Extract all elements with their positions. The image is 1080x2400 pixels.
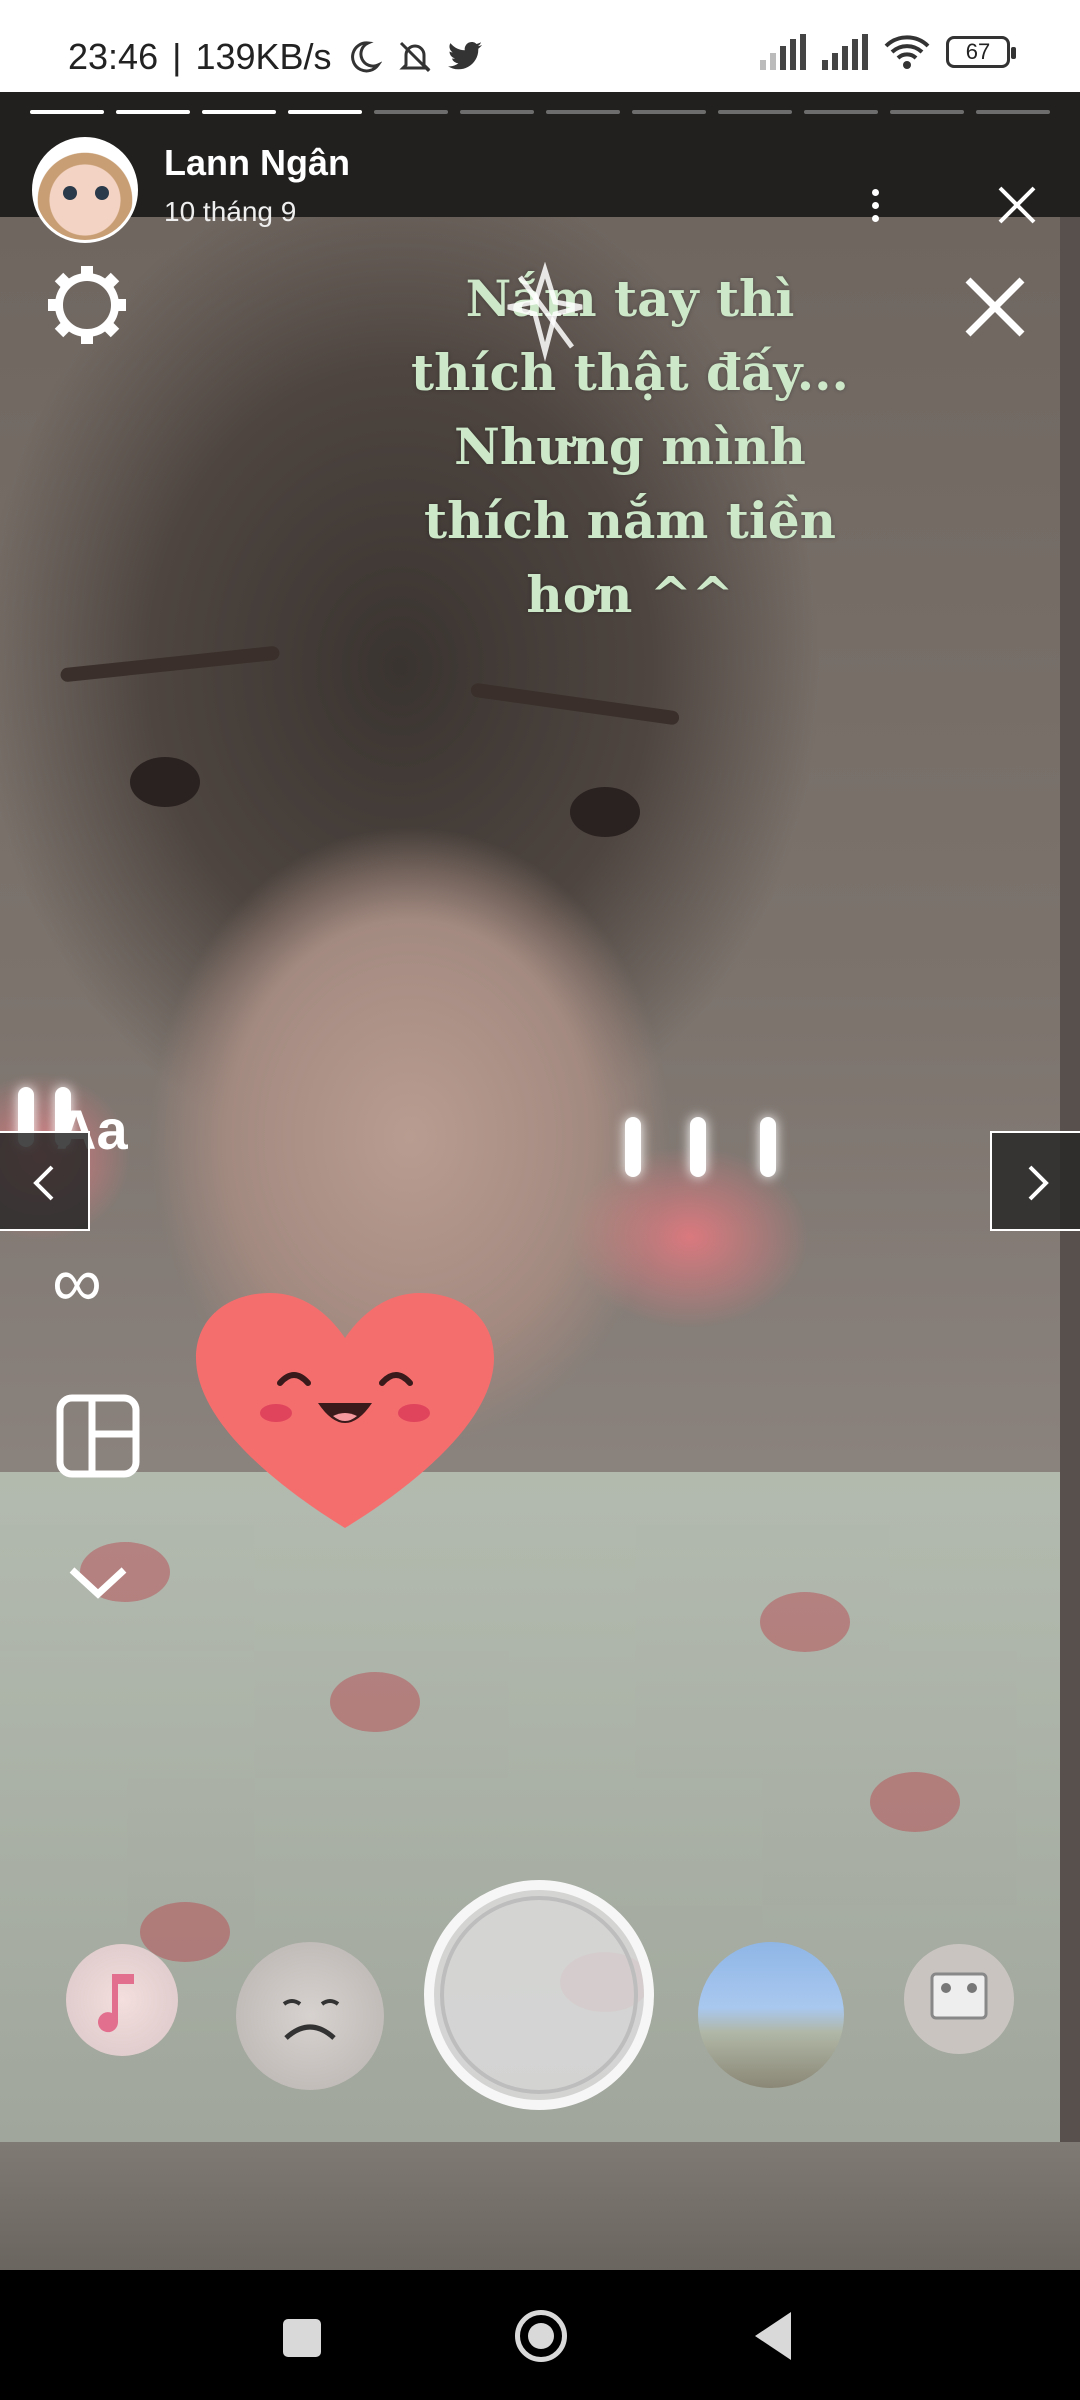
recents-button[interactable] bbox=[283, 2319, 321, 2357]
chevron-down-icon[interactable] bbox=[66, 1562, 130, 1602]
progress-segment bbox=[890, 110, 964, 114]
story-bottom-band bbox=[0, 2142, 1080, 2270]
progress-segment bbox=[632, 110, 706, 114]
layout-icon[interactable] bbox=[56, 1394, 140, 1478]
progress-segment bbox=[546, 110, 620, 114]
twitter-icon bbox=[447, 41, 482, 70]
system-nav-bar bbox=[0, 2270, 1080, 2400]
status-right: 67 bbox=[760, 34, 1016, 70]
heart-sticker bbox=[196, 1293, 494, 1528]
progress-segment bbox=[30, 110, 104, 114]
status-left: 23:46 | 139KB/s bbox=[68, 36, 484, 78]
chevron-right-icon bbox=[1028, 1165, 1049, 1201]
gallery-effect-button[interactable] bbox=[904, 1944, 1014, 2054]
status-bar: 23:46 | 139KB/s 67 bbox=[0, 0, 1080, 92]
flash-off-icon[interactable] bbox=[500, 262, 590, 362]
music-effect-button[interactable] bbox=[66, 1944, 178, 2056]
close-icon[interactable] bbox=[992, 180, 1042, 230]
progress-segment bbox=[804, 110, 878, 114]
avatar[interactable] bbox=[32, 137, 138, 243]
progress-segment bbox=[116, 110, 190, 114]
next-story-button[interactable] bbox=[990, 1131, 1080, 1231]
previous-story-button[interactable] bbox=[0, 1131, 90, 1231]
cell-signal-icon bbox=[760, 34, 806, 70]
capture-button[interactable] bbox=[424, 1880, 654, 2110]
progress-segment bbox=[374, 110, 448, 114]
boomerang-icon[interactable]: ∞ bbox=[52, 1247, 102, 1317]
settings-gear-icon[interactable] bbox=[42, 260, 132, 350]
more-options-icon[interactable] bbox=[860, 180, 890, 230]
back-button[interactable] bbox=[755, 2312, 791, 2360]
wifi-icon bbox=[884, 35, 930, 69]
story-date: 10 tháng 9 bbox=[164, 196, 297, 227]
story-user-name[interactable]: Lann Ngân bbox=[164, 142, 350, 184]
sad-face-icon bbox=[282, 1999, 340, 2040]
camera-close-icon[interactable] bbox=[960, 272, 1030, 342]
progress-segment bbox=[718, 110, 792, 114]
network-speed: 139KB/s bbox=[195, 36, 332, 77]
progress-segment bbox=[460, 110, 534, 114]
story-progress-bar bbox=[30, 110, 1050, 114]
progress-segment bbox=[288, 110, 362, 114]
story-viewer[interactable]: Lann Ngân 10 tháng 9 Nắm tay thì thích t… bbox=[0, 92, 1080, 2270]
music-note-icon bbox=[98, 1974, 134, 2033]
progress-segment bbox=[202, 110, 276, 114]
moon-icon bbox=[350, 41, 382, 73]
battery-icon: 67 bbox=[946, 36, 1016, 68]
gallery-icon bbox=[930, 1972, 988, 2020]
chevron-left-icon bbox=[33, 1165, 54, 1201]
home-button[interactable] bbox=[515, 2310, 567, 2362]
landscape-effect-button[interactable] bbox=[698, 1942, 844, 2088]
bell-off-icon bbox=[398, 41, 431, 73]
clock: 23:46 bbox=[68, 36, 159, 77]
story-caption: Nắm tay thì thích thật đấy... Nhưng mình… bbox=[411, 269, 849, 624]
battery-level: 67 bbox=[965, 39, 991, 64]
sad-face-effect-button[interactable] bbox=[236, 1942, 384, 2090]
status-separator: | bbox=[172, 36, 182, 77]
progress-segment bbox=[976, 110, 1050, 114]
cell-signal-icon bbox=[822, 34, 868, 70]
